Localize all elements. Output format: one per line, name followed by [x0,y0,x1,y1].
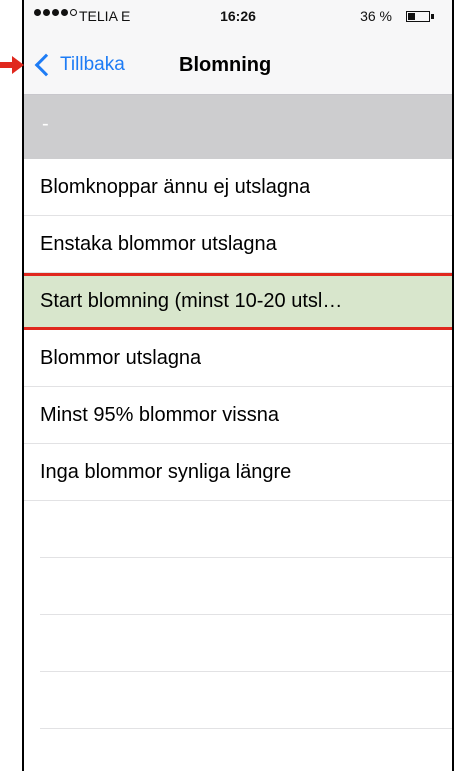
list-item[interactable]: Enstaka blommor utslagna [24,216,452,273]
back-button[interactable]: Tillbaka [32,36,125,94]
empty-row [40,615,452,672]
options-list: Blomknoppar ännu ej utslagna Enstaka blo… [24,159,452,771]
list-item[interactable]: Inga blommor synliga längre [24,444,452,501]
empty-row [40,558,452,615]
empty-row [40,672,452,729]
chevron-left-icon [34,53,58,77]
phone-screen: TELIA E 16:26 36 % Tillbaka Blomning - B… [22,0,454,771]
list-item-label: Inga blommor synliga längre [40,461,292,483]
navigation-bar: Tillbaka Blomning [24,36,452,95]
red-arrow-icon [0,56,24,74]
list-item-label: Blommor utslagna [40,347,202,369]
list-item[interactable]: Blommor utslagna [24,330,452,387]
back-label: Tillbaka [60,54,125,75]
list-item-selected[interactable]: Start blomning (minst 10-20 utsl… [24,273,452,330]
list-item[interactable]: Blomknoppar ännu ej utslagna [24,159,452,216]
list-item-label: Blomknoppar ännu ej utslagna [40,176,311,198]
empty-row [40,729,452,771]
list-item-label: Minst 95% blommor vissna [40,404,279,426]
list-item-label: Start blomning (minst 10-20 utsl… [40,290,343,312]
battery-icon [406,11,430,22]
status-bar: TELIA E 16:26 36 % [24,0,452,36]
section-header-label: - [42,113,49,135]
empty-row [40,501,452,558]
battery-tip [431,14,434,19]
battery-percent: 36 % [360,8,392,24]
page-title: Blomning [179,54,272,76]
list-item-label: Enstaka blommor utslagna [40,233,277,255]
list-item[interactable]: Minst 95% blommor vissna [24,387,452,444]
section-header: - [24,95,452,159]
